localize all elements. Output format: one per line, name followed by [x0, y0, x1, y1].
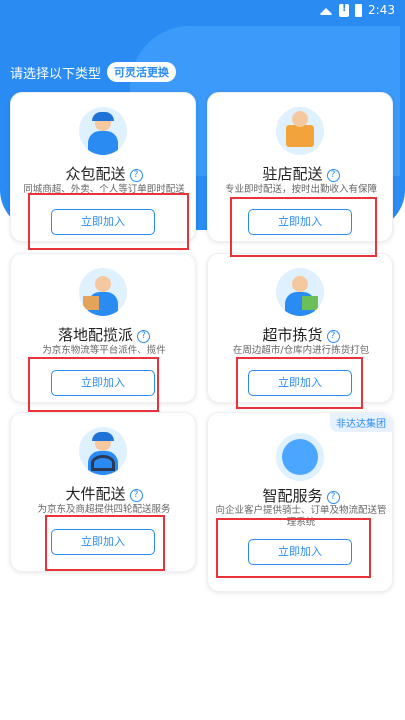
highlight-box [236, 357, 363, 409]
card-desc: 为京东物流等平台派件、揽件 [42, 345, 166, 356]
globe-icon [276, 433, 324, 481]
prompt-text: 请选择以下类型 [10, 66, 102, 82]
flexible-badge: 可灵活更换 [107, 62, 177, 82]
type-prompt: 请选择以下类型 可灵活更换 [10, 62, 177, 82]
status-time: 2:43 [368, 3, 395, 17]
card-title: 驻店配送 [262, 165, 323, 183]
card-title: 智配服务 [262, 487, 323, 505]
highlight-box [216, 518, 371, 578]
sim-alert-icon [339, 3, 350, 17]
courier-package-icon [79, 268, 127, 316]
status-bar: 2:43 [0, 0, 405, 22]
help-icon[interactable]: ? [326, 491, 340, 504]
help-icon[interactable]: ? [137, 330, 150, 343]
help-icon[interactable]: ? [129, 489, 143, 502]
card-title: 超市拣货 [262, 326, 323, 344]
picker-basket-icon [276, 268, 324, 316]
help-icon[interactable]: ? [326, 169, 340, 182]
help-icon[interactable]: ? [129, 169, 143, 182]
courier-scooter-icon [79, 107, 127, 155]
highlight-box [230, 197, 377, 257]
battery-icon [355, 3, 363, 17]
driver-wheel-icon [79, 427, 127, 475]
wifi-icon [319, 5, 334, 15]
card-desc: 专业即时配送，按时出勤收入有保障 [224, 184, 377, 195]
highlight-box [45, 515, 165, 571]
storefront-icon [276, 107, 324, 155]
card-desc: 在周边超市/仓库内进行拣货打包 [232, 345, 370, 356]
highlight-box [28, 357, 159, 412]
highlight-box [28, 193, 189, 250]
help-icon[interactable]: ? [326, 330, 340, 343]
card-title: 大件配送 [65, 485, 126, 503]
card-title: 众包配送 [65, 165, 126, 183]
corner-tag: 非达达集团 [330, 413, 392, 432]
card-title: 落地配揽派 [57, 326, 133, 344]
